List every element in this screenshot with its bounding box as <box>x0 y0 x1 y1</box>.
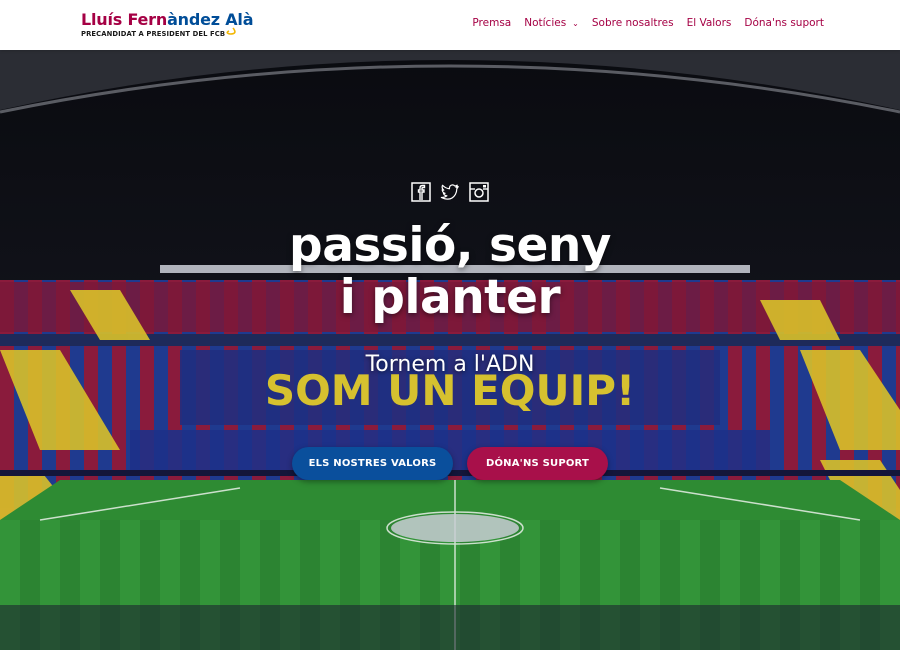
chevron-down-icon: ⌄ <box>572 18 579 28</box>
twitter-icon[interactable] <box>440 182 460 202</box>
nav-item-el-valors[interactable]: El Valors <box>687 17 732 29</box>
nav-item-premsa[interactable]: Premsa <box>472 17 511 29</box>
site-header: Lluís Fernàndez Alà PRECANDIDAT A PRESID… <box>0 0 900 50</box>
our-values-button[interactable]: ELS NOSTRES VALORS <box>292 447 453 480</box>
nav-item-donans-suport[interactable]: Dóna'ns suport <box>744 17 824 29</box>
hero-subheadline: Tornem a l'ADN <box>365 352 535 377</box>
nav-item-noticies[interactable]: Notícies ⌄ <box>524 17 579 29</box>
facebook-icon[interactable] <box>411 182 431 202</box>
main-nav: Premsa Notícies ⌄ Sobre nosaltres El Valo… <box>459 17 824 29</box>
social-links <box>0 182 900 202</box>
headline-line-1: passió, seny <box>289 218 611 273</box>
nav-label: Sobre nosaltres <box>591 17 674 29</box>
stadium-background-image: SOM UN EQUIP! <box>0 50 900 650</box>
nav-label: Dóna'ns suport <box>744 17 824 29</box>
nav-label: Notícies <box>524 17 567 29</box>
instagram-icon[interactable] <box>469 182 489 202</box>
nav-item-sobre-nosaltres[interactable]: Sobre nosaltres <box>592 17 674 29</box>
headline-line-2: i planter <box>339 270 561 325</box>
nav-label: Premsa <box>472 17 512 29</box>
support-us-button[interactable]: DÓNA'NS SUPORT <box>467 447 608 480</box>
nav-label: El Valors <box>686 17 732 29</box>
logo-swoosh-icon <box>226 27 236 35</box>
hero-section: SOM UN EQUIP! passió, seny i planter Tor… <box>0 50 900 650</box>
hero-headline: passió, seny i planter <box>0 220 900 324</box>
